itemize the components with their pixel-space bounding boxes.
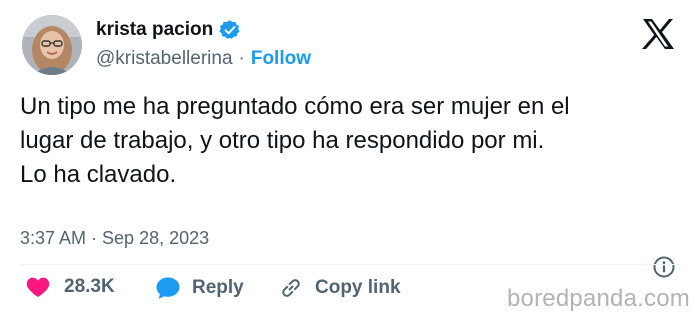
follow-button[interactable]: Follow [251, 48, 311, 70]
info-icon[interactable] [652, 255, 676, 279]
tweet-text: Un tipo me ha preguntado cómo era ser mu… [20, 90, 680, 192]
copy-link-label: Copy link [315, 277, 401, 298]
reply-label: Reply [192, 277, 244, 298]
reply-button[interactable]: Reply [155, 276, 244, 300]
watermark: boredpanda.com [507, 285, 690, 312]
copy-link-button[interactable]: Copy link [279, 276, 401, 300]
like-button[interactable]: 28.3K [26, 276, 115, 298]
tweet-text-line: Lo ha clavado. [20, 161, 177, 188]
tweet-text-line: lugar de trabajo, y otro tipo ha respond… [20, 127, 545, 154]
heart-icon [26, 276, 50, 298]
author-handle-row: @kristabellerina · Follow [96, 48, 311, 70]
divider [20, 264, 680, 265]
link-icon [279, 276, 303, 300]
reply-bubble-icon [155, 276, 181, 300]
author-handle[interactable]: @kristabellerina [96, 48, 233, 70]
tweet-text-line: Un tipo me ha preguntado cómo era ser mu… [20, 93, 570, 120]
x-logo-icon[interactable] [641, 18, 675, 50]
avatar[interactable] [22, 15, 82, 75]
like-count: 28.3K [64, 276, 115, 297]
author-name-row: krista pacion [96, 19, 241, 41]
verified-badge-icon [219, 19, 241, 41]
author-name[interactable]: krista pacion [96, 19, 213, 41]
avatar-photo [22, 15, 82, 75]
tweet-timestamp[interactable]: 3:37 AM · Sep 28, 2023 [20, 228, 209, 249]
separator-dot: · [238, 48, 245, 69]
